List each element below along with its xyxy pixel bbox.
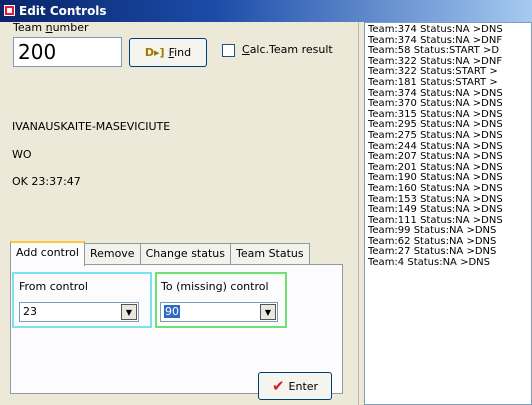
to-control-label: To (missing) control (161, 280, 269, 293)
from-control-value: 23 (23, 305, 37, 318)
checkmark-icon: ✔ (271, 377, 285, 395)
calc-team-result-checkbox[interactable] (222, 44, 235, 57)
dropdown-arrow-icon[interactable]: ▼ (121, 304, 137, 320)
from-control-label: From control (19, 280, 88, 293)
log-item[interactable]: Team:275 Status:NA >DNS (368, 130, 531, 142)
team-class: WO (12, 148, 32, 161)
status-log-list[interactable]: Team:374 Status:NA >DNS Team:374 Status:N… (364, 22, 532, 405)
find-button-label: Find (168, 46, 192, 59)
calc-team-result-label[interactable]: Calc.Team result (242, 43, 333, 56)
enter-button-label: Enter (288, 379, 319, 393)
to-control-select[interactable]: 90 ▼ (160, 302, 278, 322)
title-bar[interactable]: Edit Controls (0, 0, 532, 22)
log-item[interactable]: Team:374 Status:NA >DNS (368, 24, 531, 36)
window-title: Edit Controls (19, 4, 107, 18)
team-name: IVANAUSKAITE-MASEVICIUTE (12, 120, 171, 133)
team-number-input[interactable]: 200 (13, 37, 122, 67)
log-item[interactable]: Team:181 Status:START > (368, 77, 531, 89)
app-icon (4, 5, 15, 16)
team-status-time: OK 23:37:47 (12, 175, 81, 188)
dropdown-arrow-icon[interactable]: ▼ (260, 304, 276, 320)
enter-button[interactable]: ✔ Enter (258, 372, 332, 400)
tab-remove[interactable]: Remove (83, 243, 141, 265)
team-number-label: Team number (13, 21, 89, 34)
log-item[interactable]: Team:4 Status:NA >DNS (368, 257, 531, 269)
tab-add-control[interactable]: Add control (10, 241, 85, 266)
tab-team-status[interactable]: Team Status (230, 243, 310, 265)
log-item[interactable]: Team:160 Status:NA >DNS (368, 183, 531, 195)
tab-bar: Add control Remove Change status Team St… (10, 241, 310, 266)
find-button[interactable]: D▸] Find (129, 38, 207, 67)
from-control-select[interactable]: 23 ▼ (19, 302, 139, 322)
find-icon: D▸] (144, 46, 165, 59)
tab-change-status[interactable]: Change status (139, 243, 231, 265)
to-control-value: 90 (164, 305, 180, 318)
